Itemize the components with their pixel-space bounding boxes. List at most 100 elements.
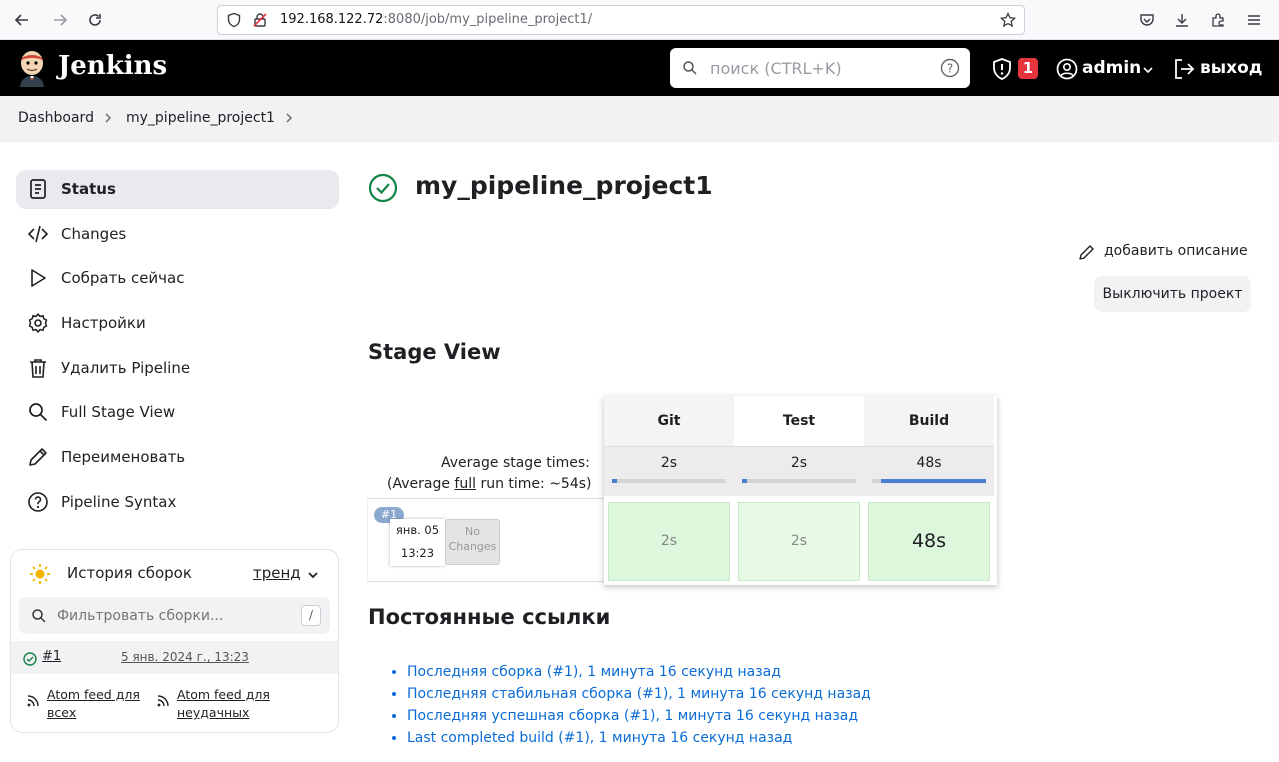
stage-progress-track [872,479,986,483]
stage-header-build: Build [864,396,994,446]
sidebar-item-label: Собрать сейчас [61,269,185,288]
insecure-lock-icon[interactable] [252,12,268,32]
bookmark-star-icon[interactable] [999,11,1017,32]
stage-view-title: Stage View [368,340,501,364]
avg-stage-times-label: Average stage times: [441,455,590,471]
search-icon [27,401,49,423]
trash-icon [27,357,49,379]
gear-icon [27,312,49,334]
url-path: :8080/job/my_pipeline_project1/ [383,12,593,27]
search-icon [682,60,698,80]
permalink-item[interactable]: Последняя стабильная сборка (#1), 1 мину… [407,683,871,705]
help-icon[interactable]: ? [940,58,960,82]
rss-icon [156,693,170,712]
stage-progress-track [742,479,856,483]
permalinks-title: Постоянные ссылки [368,605,611,629]
user-avatar-icon[interactable] [1056,58,1078,84]
reload-icon[interactable] [83,8,107,32]
permalink-last-build[interactable]: Последняя сборка (#1), 1 минута 16 секун… [407,664,781,680]
forward-arrow-icon[interactable] [48,8,72,32]
build-date-link[interactable]: 5 янв. 2024 г., 13:23 [121,650,249,664]
sidebar-item-pipeline-syntax[interactable]: Pipeline Syntax [16,483,339,522]
logout-link[interactable]: выход [1200,58,1263,78]
download-icon[interactable] [1170,8,1194,32]
permalink-item[interactable]: Последняя сборка (#1), 1 минута 16 секун… [407,661,871,683]
sidebar-item-build-now[interactable]: Собрать сейчас [16,259,339,298]
no-changes-box: No Changes [445,519,500,565]
build-filter-input[interactable] [57,605,277,627]
pencil-icon[interactable] [1078,243,1096,265]
help-icon [27,491,49,513]
build-row[interactable]: #1 5 янв. 2024 г., 13:23 [11,641,338,674]
build-time: 13:23 [400,546,435,560]
stage-run-cell-git[interactable]: 2s [608,502,730,581]
extensions-icon[interactable] [1206,8,1230,32]
url-text[interactable]: 192.168.122.72:8080/job/my_pipeline_proj… [280,12,592,27]
stage-avg-cell: 2s [734,446,864,496]
search-input[interactable] [710,56,920,80]
chevron-right-icon[interactable] [284,111,294,129]
sidebar-item-label: Pipeline Syntax [61,492,177,511]
sidebar-item-label: Full Stage View [61,403,176,422]
rss-icon [26,693,40,712]
build-number-link[interactable]: #1 [42,649,61,664]
logout-icon[interactable] [1172,57,1196,85]
build-filter-box[interactable]: / [19,597,330,634]
permalink-last-completed[interactable]: Last completed build (#1), 1 минута 16 с… [407,730,792,746]
jenkins-logo-text[interactable]: Jenkins [58,51,167,81]
shield-icon[interactable] [226,12,242,32]
atom-feed-failed-link[interactable]: Atom feed для неудачных [177,686,277,722]
build-history-panel: История сборок тренд / #1 5 янв. 2024 г.… [10,549,339,733]
permalink-item[interactable]: Последняя успешная сборка (#1), 1 минута… [407,705,871,727]
atom-feed-all-link[interactable]: Atom feed для всех [47,686,147,722]
avg-full-suffix: run time: ~54s) [476,476,592,492]
jenkins-header: Jenkins ? 1 admin выход [0,40,1279,96]
sidebar-item-label: Status [61,180,116,198]
stage-avg-cell: 48s [864,446,994,496]
menu-icon[interactable] [1242,8,1266,32]
stage-progress-fill [742,479,747,483]
url-host: 192.168.122.72 [280,12,384,27]
filter-shortcut-key: / [301,605,321,626]
disable-project-button[interactable]: Выключить проект [1094,276,1251,312]
sidebar-item-status[interactable]: Status [16,170,339,209]
add-description-link[interactable]: добавить описание [1104,243,1248,259]
success-status-icon [368,173,398,207]
breadcrumb-dashboard[interactable]: Dashboard [18,110,94,126]
stage-avg-time: 48s [916,455,942,471]
stage-run-cell-build[interactable]: 48s [868,502,990,581]
sidebar-item-settings[interactable]: Настройки [16,304,339,343]
sidebar-item-delete[interactable]: Удалить Pipeline [16,349,339,388]
stage-avg-time: 2s [660,455,678,471]
sidebar-item-full-stage-view[interactable]: Full Stage View [16,393,339,432]
sidebar-item-label: Настройки [61,314,146,333]
build-history-title: История сборок [67,564,192,582]
url-bar[interactable]: 192.168.122.72:8080/job/my_pipeline_proj… [217,5,1025,35]
chevron-down-icon[interactable] [306,567,320,586]
jenkins-logo-icon[interactable] [16,49,48,91]
chevron-right-icon[interactable] [103,111,113,129]
alert-count-badge[interactable]: 1 [1018,58,1038,79]
browser-toolbar: 192.168.122.72:8080/job/my_pipeline_proj… [0,0,1279,40]
permalink-last-stable[interactable]: Последняя стабильная сборка (#1), 1 мину… [407,686,871,702]
sidebar-item-label: Changes [61,224,127,243]
security-shield-icon[interactable] [990,57,1014,85]
back-arrow-icon[interactable] [10,8,34,32]
sidebar-item-changes[interactable]: Changes [16,215,339,254]
avg-full-run-time: (Average full run time: ~54s) [387,476,592,492]
sidebar-item-rename[interactable]: Переименовать [16,438,339,477]
document-icon [27,178,49,200]
stage-progress-fill [881,479,986,483]
stage-run-cell-test[interactable]: 2s [738,502,860,581]
user-name[interactable]: admin [1082,58,1141,78]
pencil-icon [27,446,49,468]
chevron-down-icon[interactable] [1142,61,1154,80]
permalink-last-successful[interactable]: Последняя успешная сборка (#1), 1 минута… [407,708,858,724]
pocket-icon[interactable] [1135,8,1159,32]
full-run-link[interactable]: full [454,476,476,492]
permalink-item[interactable]: Last completed build (#1), 1 минута 16 с… [407,727,871,749]
search-box[interactable]: ? [670,48,970,88]
permalinks-list: Последняя сборка (#1), 1 минута 16 секун… [407,661,871,749]
breadcrumb-project[interactable]: my_pipeline_project1 [126,110,275,126]
trend-link[interactable]: тренд [253,564,301,582]
